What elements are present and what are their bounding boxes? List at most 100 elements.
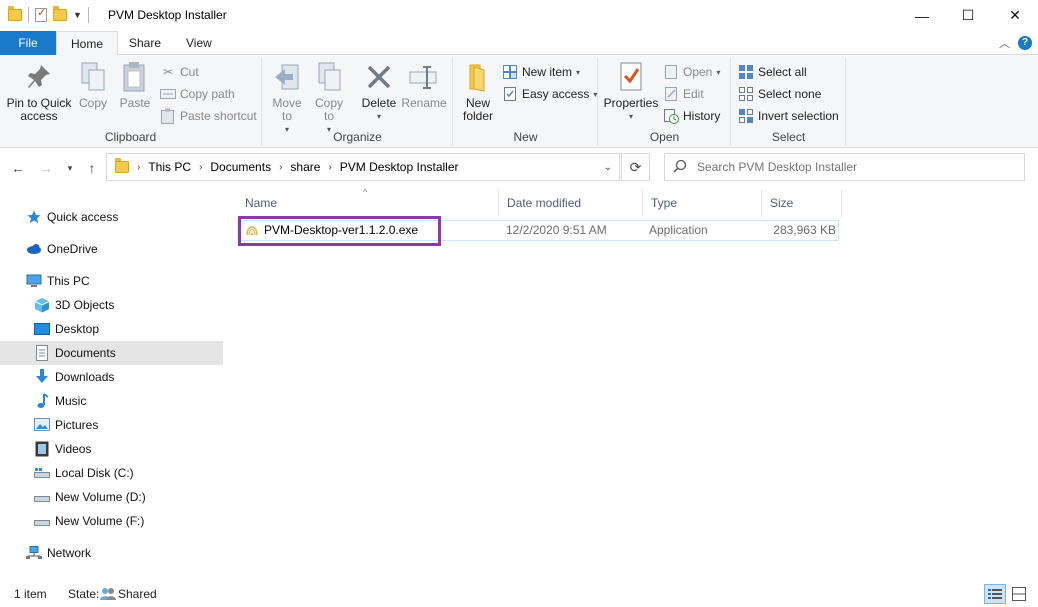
- back-button[interactable]: ←: [8, 158, 28, 178]
- desktop-icon: [34, 321, 50, 337]
- column-header-type[interactable]: Type: [643, 189, 762, 217]
- new-folder-button[interactable]: New folder: [458, 60, 498, 123]
- open-button[interactable]: Open ▾: [663, 62, 720, 82]
- chevron-right-icon: ›: [137, 161, 141, 173]
- nav-item-videos[interactable]: Videos: [0, 437, 223, 461]
- rename-button[interactable]: Rename: [401, 60, 447, 110]
- network-icon: [26, 545, 42, 561]
- tab-share[interactable]: Share: [115, 31, 175, 55]
- edit-icon: [663, 86, 679, 102]
- breadcrumb-documents[interactable]: Documents: [210, 160, 271, 174]
- nav-item-desktop[interactable]: Desktop: [0, 317, 223, 341]
- invert-selection-button[interactable]: Invert selection: [738, 106, 839, 126]
- nav-label: 3D Objects: [55, 298, 115, 312]
- view-buttons: [984, 584, 1030, 604]
- nav-item-new-volume-d[interactable]: New Volume (D:): [0, 485, 223, 509]
- nav-item-new-volume-f[interactable]: New Volume (F:): [0, 509, 223, 533]
- properties-icon[interactable]: [35, 6, 47, 22]
- item-count: 1 item: [14, 587, 47, 601]
- delete-label: Delete: [361, 96, 397, 110]
- refresh-button[interactable]: ⟳: [621, 153, 650, 181]
- folder-icon: [115, 158, 129, 173]
- tab-file[interactable]: File: [0, 31, 56, 55]
- move-to-button[interactable]: Move to ▾: [269, 60, 305, 136]
- copy-path-label: Copy path: [180, 87, 235, 101]
- select-all-button[interactable]: Select all: [738, 62, 807, 82]
- column-header-date-modified[interactable]: Date modified: [499, 189, 643, 217]
- paste-shortcut-button[interactable]: Paste shortcut: [160, 106, 257, 126]
- cloud-icon: [26, 241, 42, 257]
- copy-to-button[interactable]: Copy to ▾: [311, 60, 347, 136]
- quick-access-toolbar: ▼: [8, 6, 89, 23]
- help-icon[interactable]: ?: [1018, 36, 1032, 50]
- paste-button[interactable]: Paste: [116, 60, 154, 110]
- up-button[interactable]: ↑: [82, 158, 102, 178]
- nav-item-network[interactable]: Network: [0, 541, 223, 565]
- copy-path-button[interactable]: Copy path: [160, 84, 235, 104]
- search-box[interactable]: [664, 153, 1025, 181]
- collapse-ribbon-icon[interactable]: ︿: [999, 35, 1010, 51]
- nav-label: Desktop: [55, 322, 100, 336]
- maximize-button[interactable]: ☐: [945, 0, 991, 31]
- chevron-right-icon[interactable]: ›: [328, 162, 331, 173]
- address-bar[interactable]: › This PC › Documents › share › PVM Desk…: [106, 153, 620, 181]
- forward-button[interactable]: →: [36, 158, 56, 178]
- nav-item-quick-access[interactable]: Quick access: [0, 205, 223, 229]
- copy-icon: [77, 60, 109, 94]
- details-view-icon: [988, 589, 1002, 599]
- search-icon: [673, 159, 687, 176]
- search-input[interactable]: [697, 160, 997, 174]
- copy-button[interactable]: Copy: [76, 60, 110, 110]
- open-dropdown-icon: ▾: [716, 67, 721, 77]
- nav-item-3d-objects[interactable]: 3D Objects: [0, 293, 223, 317]
- select-group-label: Select: [771, 130, 806, 144]
- new-group-label: New: [513, 130, 538, 144]
- state-value: Shared: [118, 587, 157, 601]
- recent-locations-icon[interactable]: ▾: [60, 158, 80, 178]
- nav-item-this-pc[interactable]: This PC: [0, 269, 223, 293]
- new-item-button[interactable]: New item ▾: [502, 62, 580, 82]
- history-button[interactable]: History: [663, 106, 720, 126]
- large-icons-view-button[interactable]: [1008, 584, 1030, 604]
- breadcrumb-current[interactable]: PVM Desktop Installer: [340, 160, 459, 174]
- nav-label: Quick access: [47, 210, 119, 224]
- clipboard-group-label: Clipboard: [104, 130, 157, 144]
- nav-item-onedrive[interactable]: OneDrive: [0, 237, 223, 261]
- chevron-right-icon[interactable]: ›: [279, 162, 282, 173]
- nav-item-pictures[interactable]: Pictures: [0, 413, 223, 437]
- nav-item-local-disk-c[interactable]: Local Disk (C:): [0, 461, 223, 485]
- chevron-right-icon[interactable]: ›: [199, 162, 202, 173]
- nav-item-documents[interactable]: Documents: [0, 341, 223, 365]
- customize-toolbar-icon[interactable]: ▼: [73, 10, 82, 20]
- folder-icon: [8, 6, 22, 21]
- cut-button[interactable]: ✂ Cut: [160, 62, 199, 82]
- properties-button[interactable]: Properties ▾: [603, 60, 659, 123]
- column-header-name[interactable]: Name: [237, 189, 499, 217]
- tab-view[interactable]: View: [172, 31, 226, 55]
- breadcrumb-share[interactable]: share: [290, 160, 320, 174]
- delete-button[interactable]: Delete ▾: [359, 60, 399, 123]
- select-all-icon: [738, 64, 754, 80]
- nav-item-downloads[interactable]: Downloads: [0, 365, 223, 389]
- rename-icon: [408, 60, 440, 94]
- minimize-button[interactable]: —: [899, 0, 945, 31]
- document-icon: [34, 345, 50, 361]
- pin-quick-access-button[interactable]: Pin to Quick access: [4, 60, 74, 123]
- file-list: ^ Name Date modified Type Size PVM-Deskt…: [227, 187, 1038, 580]
- new-item-label: New item: [522, 65, 573, 79]
- close-button[interactable]: ✕: [992, 0, 1038, 31]
- address-dropdown-icon[interactable]: ⌄: [596, 153, 620, 181]
- status-bar: 1 item State: Shared: [0, 581, 1038, 607]
- select-none-label: Select none: [758, 87, 822, 101]
- properties-icon: [615, 60, 647, 94]
- details-view-button[interactable]: [984, 584, 1006, 604]
- copy-to-label: Copy to: [314, 96, 343, 123]
- select-none-button[interactable]: Select none: [738, 84, 821, 104]
- tab-home[interactable]: Home: [56, 31, 119, 56]
- column-header-size[interactable]: Size: [762, 189, 842, 217]
- breadcrumb-this-pc[interactable]: This PC: [148, 160, 191, 174]
- new-folder-icon[interactable]: [53, 6, 67, 21]
- easy-access-button[interactable]: Easy access ▾: [502, 84, 597, 104]
- nav-item-music[interactable]: Music: [0, 389, 223, 413]
- edit-button[interactable]: Edit: [663, 84, 704, 104]
